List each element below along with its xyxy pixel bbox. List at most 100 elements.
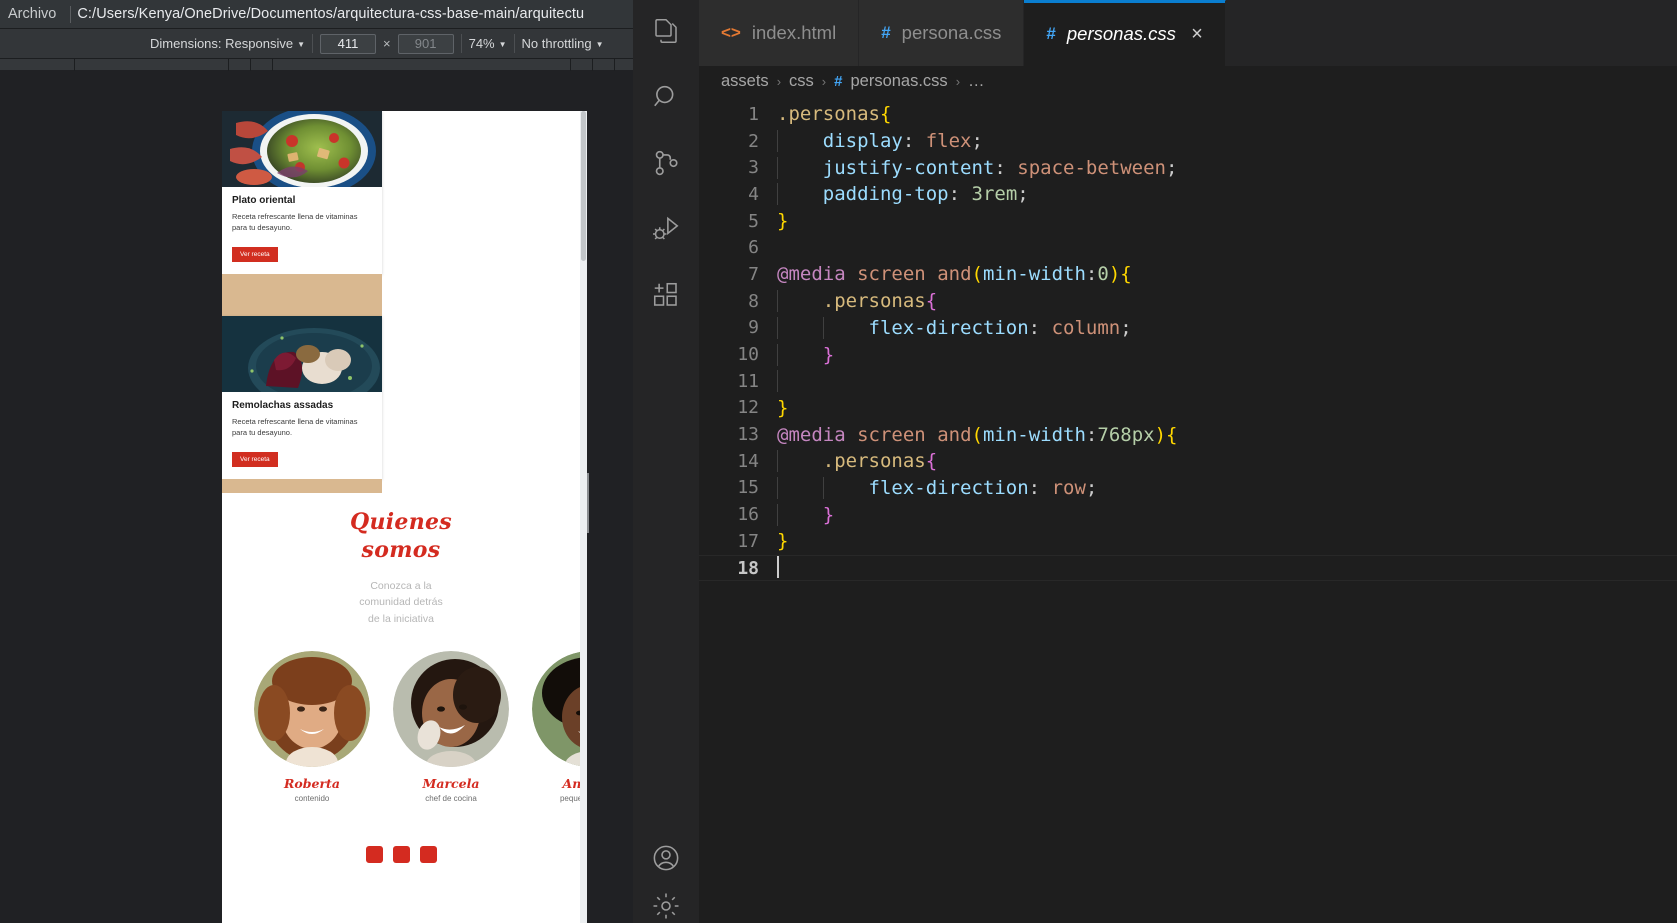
code-line: 9 flex-direction: column;: [699, 315, 1677, 342]
line-number: 2: [748, 130, 759, 152]
viewport-width-input[interactable]: 411: [320, 33, 376, 54]
page-scrollbar[interactable]: [580, 111, 587, 923]
line-number: 16: [737, 504, 759, 526]
recipe-card-title: Remolachas assadas: [232, 399, 334, 411]
line-number: 18: [737, 557, 759, 579]
line-content: flex-direction: column;: [777, 316, 1132, 339]
sidebar-item-explorer[interactable]: [633, 0, 699, 66]
viewport-resize-handle[interactable]: [587, 473, 593, 533]
line-content: flex-direction: row;: [777, 476, 1097, 499]
breadcrumb-file[interactable]: personas.css: [850, 72, 947, 91]
line-number: 9: [748, 317, 759, 339]
social-icon-2[interactable]: [392, 846, 410, 863]
quienes-sub-line-2: comunidad detrás: [359, 596, 443, 609]
vscode-window: <> index.html # persona.css # personas.c…: [633, 0, 1677, 923]
line-content: .personas{: [777, 103, 892, 126]
recipe-card[interactable]: Plato oriental Receta refrescante llena …: [222, 111, 382, 274]
viewport-height-input[interactable]: 901: [397, 33, 454, 54]
quienes-sub-line-3: de la iniciativa: [368, 612, 434, 625]
breadcrumb-separator: ›: [955, 73, 961, 89]
menu-archivo[interactable]: Archivo: [0, 6, 64, 22]
device-viewport-area: Plato oriental Receta refrescante llena …: [0, 83, 633, 923]
chevron-down-icon: ▼: [498, 39, 507, 49]
code-line: 14 .personas{: [699, 448, 1677, 475]
persona-name: Marcela: [422, 776, 480, 791]
zoom-dropdown[interactable]: 74% ▼: [469, 36, 507, 51]
explorer-icon: [651, 16, 681, 51]
code-line-active: 18: [699, 554, 1677, 582]
breadcrumb-css[interactable]: css: [789, 72, 814, 91]
css-file-icon: #: [834, 72, 843, 90]
code-line: 6: [699, 234, 1677, 261]
code-line: 5 }: [699, 208, 1677, 235]
social-icon-1[interactable]: [365, 846, 383, 863]
social-icon-3[interactable]: [419, 846, 437, 863]
sidebar-item-source-control[interactable]: [633, 132, 699, 198]
code-line: 8 .personas{: [699, 288, 1677, 315]
breadcrumb: assets › css › # personas.css › …: [699, 66, 1677, 96]
code-line: 13 @media screen and(min-width:768px){: [699, 421, 1677, 448]
personas-list: Roberta contenido Marcela chef de cocina…: [222, 651, 580, 803]
throttling-value: No throttling: [521, 36, 592, 51]
line-content: justify-content: space-between;: [777, 156, 1177, 179]
breadcrumb-assets[interactable]: assets: [721, 72, 769, 91]
breadcrumb-separator: ›: [821, 73, 827, 89]
scrollbar-thumb[interactable]: [581, 111, 586, 261]
recipe-card-strip: Plato oriental Receta refrescante llena …: [222, 111, 382, 493]
line-number: 7: [748, 263, 759, 285]
browser-menubar: Archivo C:/Users/Kenya/OneDrive/Document…: [0, 0, 633, 28]
sidebar-item-settings[interactable]: [633, 893, 699, 923]
dimensions-times-symbol: ×: [383, 36, 391, 51]
zoom-value: 74%: [468, 36, 495, 51]
line-number: 6: [748, 237, 759, 259]
line-content: }: [777, 396, 789, 419]
throttling-dropdown[interactable]: No throttling ▼: [522, 36, 604, 51]
tab-label: persona.css: [901, 22, 1002, 43]
line-content: padding-top: 3rem;: [777, 183, 1029, 206]
dimensions-dropdown[interactable]: Dimensions: Responsive ▼: [150, 36, 305, 51]
account-icon: [651, 843, 681, 878]
code-line: 11: [699, 368, 1677, 395]
dimensions-label: Dimensions: Responsive: [150, 36, 294, 51]
section-tan-band: [222, 273, 382, 316]
close-icon[interactable]: ×: [1191, 24, 1203, 44]
tab-index-html[interactable]: <> index.html: [699, 0, 860, 66]
line-content: @media screen and(min-width:0){: [777, 263, 1132, 286]
avatar: [393, 651, 509, 767]
css-file-icon: #: [1046, 23, 1056, 43]
recipe-card-body: Remolachas assadas Receta refrescante ll…: [222, 392, 382, 479]
line-number: 15: [737, 477, 759, 499]
rendered-web-page: Plato oriental Receta refrescante llena …: [222, 111, 580, 923]
line-number: 17: [737, 530, 759, 552]
breadcrumb-separator: ›: [776, 73, 782, 89]
recipe-photo-salad: [222, 111, 382, 187]
code-line: 1 .personas{: [699, 101, 1677, 128]
persona-item: Marcela chef de cocina: [389, 651, 513, 803]
toolbar-divider-3: [513, 34, 515, 53]
persona-item: Roberta contenido: [250, 651, 374, 803]
code-line: 3 justify-content: space-between;: [699, 154, 1677, 181]
line-content: }: [777, 530, 789, 553]
sidebar-item-search[interactable]: [633, 66, 699, 132]
line-content: [777, 370, 823, 393]
quienes-somos-subtitle: Conozca a la comunidad detrás de la inic…: [222, 578, 580, 627]
code-line: 2 display: flex;: [699, 128, 1677, 155]
recipe-card[interactable]: Remolachas assadas Receta refrescante ll…: [222, 315, 382, 479]
quienes-title-line-1: Quienes: [350, 509, 452, 535]
sidebar-item-account[interactable]: [633, 827, 699, 893]
device-ruler: [0, 59, 633, 71]
ver-receta-button[interactable]: Ver receta: [232, 246, 278, 262]
tab-persona-css[interactable]: # persona.css: [859, 0, 1025, 66]
tab-personas-css[interactable]: # personas.css ×: [1024, 0, 1226, 66]
sidebar-item-extensions[interactable]: [633, 264, 699, 330]
line-number: 8: [748, 290, 759, 312]
address-bar-url[interactable]: C:/Users/Kenya/OneDrive/Documentos/arqui…: [77, 6, 584, 22]
devtools-device-toolbar: Dimensions: Responsive ▼ 411 × 901 74% ▼…: [0, 28, 633, 59]
editor-column: <> index.html # persona.css # personas.c…: [699, 0, 1677, 923]
code-editor[interactable]: 1 .personas{ 2 display: flex; 3 justify-…: [699, 96, 1677, 923]
line-content: }: [777, 210, 789, 233]
sidebar-item-run-and-debug[interactable]: [633, 198, 699, 264]
line-number: 4: [748, 183, 759, 205]
ver-receta-button[interactable]: Ver receta: [232, 451, 278, 467]
breadcrumb-overflow[interactable]: …: [968, 72, 985, 91]
